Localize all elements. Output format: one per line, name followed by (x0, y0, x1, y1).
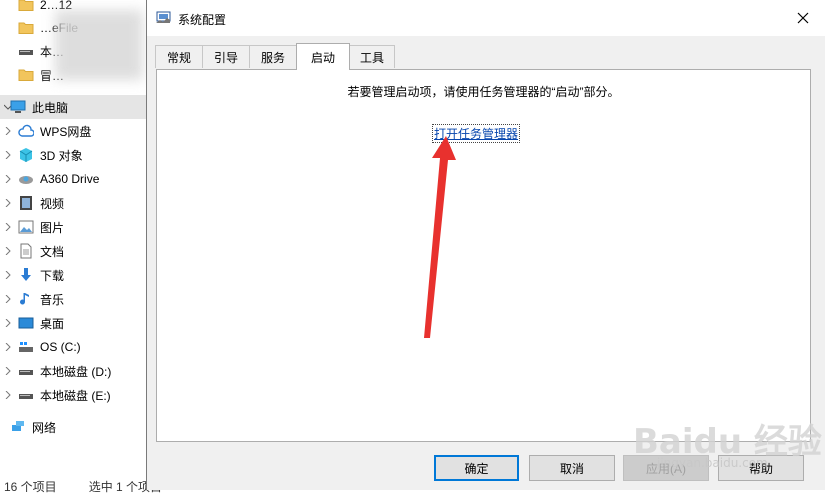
apply-button[interactable]: 应用(A) (623, 455, 709, 481)
chevron-right-icon[interactable] (4, 367, 12, 375)
nav-item-downloads[interactable]: 下载 (0, 263, 150, 287)
close-icon (797, 12, 809, 24)
nav-item-label: WPS网盘 (40, 124, 92, 139)
chevron-right-icon[interactable] (4, 295, 12, 303)
nav-item-this-pc[interactable]: 此电脑 (0, 95, 150, 119)
documents-icon (20, 243, 32, 259)
nav-item-label: 图片 (40, 220, 65, 235)
nav-item-label: A360 Drive (40, 172, 100, 186)
folder-icon (18, 69, 34, 81)
nav-item-label: 本地磁盘 (D:) (40, 364, 112, 379)
nav-item-drive-e[interactable]: 本地磁盘 (E:) (0, 383, 150, 407)
nav-item-drive-d[interactable]: 本地磁盘 (D:) (0, 359, 150, 383)
desktop-icon (18, 317, 34, 329)
chevron-right-icon[interactable] (4, 151, 12, 159)
chevron-right-icon[interactable] (4, 343, 12, 351)
nav-item-label: 3D 对象 (40, 148, 83, 163)
video-icon (20, 196, 32, 210)
folder-icon (18, 22, 34, 34)
pictures-icon (18, 220, 34, 234)
nav-item-3d-objects[interactable]: 3D 对象 (0, 143, 150, 167)
drive-icon (19, 50, 33, 55)
download-icon (21, 268, 31, 281)
item-count: 16 个项目 (4, 480, 57, 494)
nav-item-label: 本地磁盘 (E:) (40, 388, 111, 403)
nav-item-music[interactable]: 音乐 (0, 287, 150, 311)
3d-objects-icon (19, 148, 33, 162)
system-config-dialog: 系统配置 常规 引导 服务 启动 工具 若要管理启动项，请使用任务管理器的“启动… (146, 0, 825, 490)
chevron-right-icon[interactable] (4, 199, 12, 207)
close-button[interactable] (780, 0, 825, 36)
os-drive-icon (19, 342, 33, 352)
a360-drive-icon (19, 176, 33, 184)
explorer-navigation-pane: 2…12 …eFile 本… 冒… 此电脑 WPS网盘 3D 对象 A360 D… (0, 0, 162, 494)
tab-tools[interactable]: 工具 (349, 45, 395, 68)
tab-boot[interactable]: 引导 (202, 45, 250, 68)
network-icon (12, 421, 24, 431)
nav-item-network[interactable]: 网络 (0, 415, 150, 439)
nav-item-label: 音乐 (40, 292, 65, 307)
computer-icon (10, 100, 26, 113)
nav-item-label: 文档 (40, 244, 65, 259)
nav-item-label: 网络 (32, 420, 57, 435)
title-bar[interactable]: 系统配置 (147, 0, 825, 36)
chevron-right-icon[interactable] (4, 223, 12, 231)
nav-item-video[interactable]: 视频 (0, 191, 150, 215)
cloud-icon (18, 124, 34, 137)
nav-item-label: 此电脑 (32, 100, 69, 115)
ok-button[interactable]: 确定 (434, 455, 519, 481)
tab-startup[interactable]: 启动 (296, 43, 350, 70)
msconfig-icon (156, 11, 171, 23)
cancel-button[interactable]: 取消 (529, 455, 615, 481)
nav-item-label: 视频 (40, 196, 65, 211)
nav-item-os-c[interactable]: OS (C:) (0, 335, 150, 359)
music-icon (20, 293, 29, 305)
nav-item-a360-drive[interactable]: A360 Drive (0, 167, 150, 191)
tab-general[interactable]: 常规 (155, 45, 203, 68)
nav-item-label: 桌面 (40, 316, 65, 331)
drive-icon (19, 394, 33, 399)
startup-message: 若要管理启动项，请使用任务管理器的“启动”部分。 (347, 85, 620, 99)
chevron-right-icon[interactable] (4, 127, 12, 135)
chevron-right-icon[interactable] (4, 247, 12, 255)
nav-item-wps-cloud[interactable]: WPS网盘 (0, 119, 150, 143)
blurred-region (55, 10, 143, 80)
nav-item-label: OS (C:) (40, 340, 81, 354)
nav-item-label: 下载 (40, 268, 65, 283)
folder-icon (18, 0, 34, 11)
nav-item-desktop[interactable]: 桌面 (0, 311, 150, 335)
chevron-right-icon[interactable] (4, 271, 12, 279)
help-button[interactable]: 帮助 (718, 455, 804, 481)
startup-tab-panel: 若要管理启动项，请使用任务管理器的“启动”部分。 打开任务管理器 (156, 69, 811, 442)
chevron-right-icon[interactable] (4, 391, 12, 399)
drive-icon (19, 370, 33, 375)
open-task-manager-link[interactable]: 打开任务管理器 (432, 124, 521, 143)
nav-item-pictures[interactable]: 图片 (0, 215, 150, 239)
nav-item-documents[interactable]: 文档 (0, 239, 150, 263)
chevron-right-icon[interactable] (4, 319, 12, 327)
tab-services[interactable]: 服务 (249, 45, 297, 68)
chevron-right-icon[interactable] (4, 175, 12, 183)
dialog-title: 系统配置 (178, 13, 227, 27)
